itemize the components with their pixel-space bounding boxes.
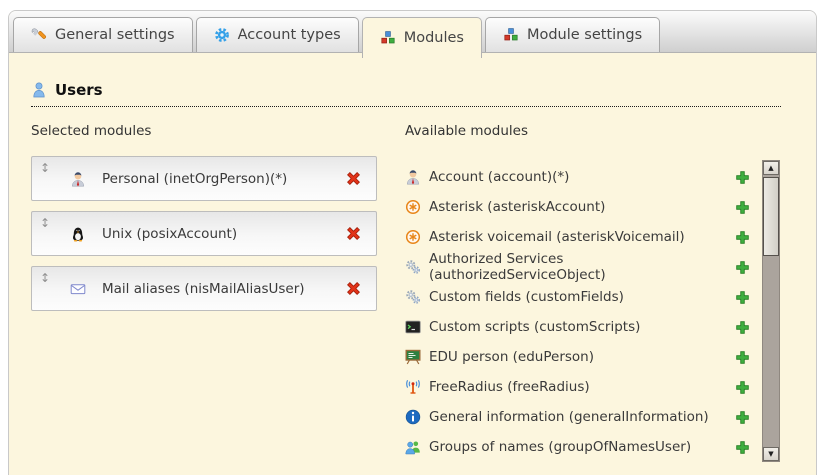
selected-module-row[interactable]: ↕ Unix (posixAccount): [31, 211, 377, 256]
available-module-label: Account (account)(*): [429, 169, 734, 185]
person-icon: [70, 171, 86, 187]
tab-bar: General settings Account types Modules Modu…: [9, 11, 816, 53]
arrow-up-icon: ▲: [768, 164, 773, 172]
radio-icon: [405, 379, 421, 395]
group-icon: [405, 439, 421, 455]
add-module-button[interactable]: [734, 409, 750, 425]
modules-icon: [380, 30, 396, 46]
tab-modules[interactable]: Modules: [362, 17, 482, 58]
selected-module-label: Personal (inetOrgPerson)(*): [102, 171, 344, 187]
tab-label: Module settings: [527, 27, 642, 43]
tab-label: Account types: [238, 27, 341, 43]
add-module-button[interactable]: [734, 199, 750, 215]
asterisk-icon: [405, 229, 421, 245]
available-module-row: Asterisk (asteriskAccount): [405, 192, 750, 222]
available-module-label: Groups of names (groupOfNamesUser): [429, 439, 734, 455]
available-module-row: Asterisk voicemail (asteriskVoicemail): [405, 222, 750, 252]
person-icon: [405, 169, 421, 185]
available-module-row: General information (generalInformation): [405, 402, 750, 432]
add-module-button[interactable]: [734, 349, 750, 365]
chalkboard-icon: [405, 349, 421, 365]
tab-label: General settings: [55, 27, 175, 43]
available-module-row: FreeRadius (freeRadius): [405, 372, 750, 402]
penguin-icon: [70, 226, 86, 242]
settings-panel: General settings Account types Modules Modu…: [8, 10, 817, 475]
tab-general-settings[interactable]: General settings: [13, 17, 193, 52]
screen: General settings Account types Modules Modu…: [0, 0, 826, 475]
available-module-label: Asterisk (asteriskAccount): [429, 199, 734, 215]
tab-module-settings[interactable]: Module settings: [485, 17, 660, 52]
users-section-header: Users: [31, 81, 781, 107]
available-module-row: Custom scripts (customScripts): [405, 312, 750, 342]
wrench-icon: [31, 27, 47, 43]
available-module-label: EDU person (eduPerson): [429, 349, 734, 365]
available-module-row: Account (account)(*): [405, 162, 750, 192]
add-module-button[interactable]: [734, 229, 750, 245]
available-module-row: Groups of names (groupOfNamesUser): [405, 432, 750, 462]
gear-icon: [214, 27, 230, 43]
available-module-label: Authorized Services (authorizedServiceOb…: [429, 251, 734, 283]
remove-module-button[interactable]: [344, 225, 362, 243]
available-module-label: Custom scripts (customScripts): [429, 319, 734, 335]
add-module-button[interactable]: [734, 169, 750, 185]
selected-module-row[interactable]: ↕ Mail aliases (nisMailAliasUser): [31, 266, 377, 311]
selected-modules-column: Selected modules ↕ Personal (inetOrgPerso…: [31, 123, 383, 462]
selected-modules-heading: Selected modules: [31, 123, 383, 139]
selected-module-row[interactable]: ↕ Personal (inetOrgPerson)(*): [31, 156, 377, 201]
drag-handle-icon[interactable]: ↕: [40, 157, 54, 174]
available-module-row: EDU person (eduPerson): [405, 342, 750, 372]
remove-module-button[interactable]: [344, 280, 362, 298]
add-module-button[interactable]: [734, 319, 750, 335]
scrollbar-thumb[interactable]: [763, 177, 779, 256]
available-module-row: Authorized Services (authorizedServiceOb…: [405, 252, 750, 282]
available-modules-scrollbar[interactable]: ▲ ▼: [762, 160, 780, 462]
tab-label: Modules: [404, 30, 464, 46]
info-icon: [405, 409, 421, 425]
modules-tab-content: Users Selected modules ↕ Personal (inetOr…: [9, 81, 816, 462]
modules-columns: Selected modules ↕ Personal (inetOrgPerso…: [31, 123, 816, 462]
available-module-row: Custom fields (customFields): [405, 282, 750, 312]
drag-handle-icon[interactable]: ↕: [40, 212, 54, 229]
scroll-up-button[interactable]: ▲: [763, 161, 779, 175]
user-icon: [31, 82, 47, 98]
gears-icon: [405, 259, 421, 275]
selected-modules-list: ↕ Personal (inetOrgPerson)(*) ↕ Unix (posix…: [31, 156, 383, 311]
scroll-down-button[interactable]: ▼: [763, 447, 779, 461]
drag-handle-icon[interactable]: ↕: [40, 267, 54, 284]
terminal-icon: [405, 319, 421, 335]
add-module-button[interactable]: [734, 379, 750, 395]
mail-icon: [70, 281, 86, 297]
add-module-button[interactable]: [734, 259, 750, 275]
available-module-label: Asterisk voicemail (asteriskVoicemail): [429, 229, 734, 245]
available-modules-heading: Available modules: [405, 123, 782, 139]
section-title: Users: [55, 81, 103, 99]
asterisk-icon: [405, 199, 421, 215]
available-modules-list: Account (account)(*) Asterisk (asteriskAc…: [405, 162, 782, 462]
add-module-button[interactable]: [734, 289, 750, 305]
available-module-label: FreeRadius (freeRadius): [429, 379, 734, 395]
selected-module-label: Unix (posixAccount): [102, 226, 344, 242]
modules-icon: [503, 27, 519, 43]
arrow-down-icon: ▼: [768, 450, 773, 458]
selected-module-label: Mail aliases (nisMailAliasUser): [102, 281, 344, 297]
available-module-label: General information (generalInformation): [429, 409, 734, 425]
remove-module-button[interactable]: [344, 170, 362, 188]
available-module-label: Custom fields (customFields): [429, 289, 734, 305]
tab-account-types[interactable]: Account types: [196, 17, 359, 52]
add-module-button[interactable]: [734, 439, 750, 455]
gears-icon: [405, 289, 421, 305]
available-modules-column: Available modules Account (account)(*) As…: [405, 123, 782, 462]
